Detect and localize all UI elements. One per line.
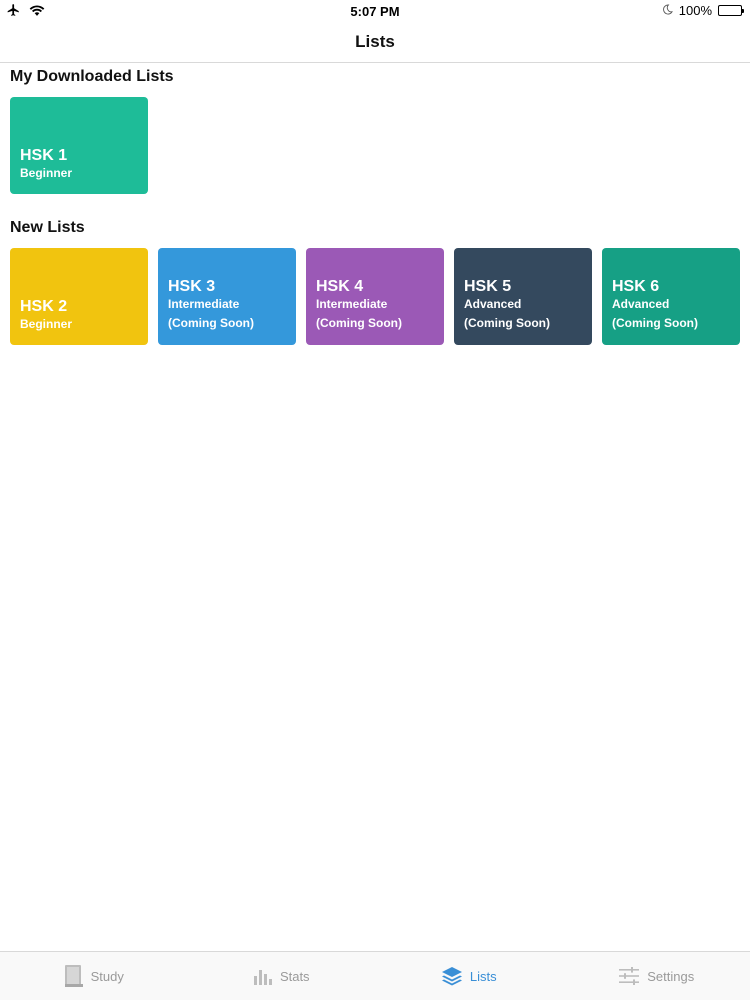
card-title: HSK 4: [316, 278, 364, 295]
card-title: HSK 3: [168, 278, 216, 295]
list-card-hsk1[interactable]: HSK 1 Beginner: [10, 97, 148, 194]
downloaded-section-title: My Downloaded Lists: [10, 68, 174, 85]
book-icon: [64, 964, 84, 988]
tab-lists[interactable]: Lists: [375, 952, 563, 1000]
status-bar: 5:07 PM 100%: [0, 0, 750, 22]
card-level: Intermediate: [168, 297, 240, 311]
list-card-hsk2[interactable]: HSK 2 Beginner: [10, 248, 148, 345]
navigation-bar: Lists: [0, 22, 750, 63]
tab-settings[interactable]: Settings: [563, 952, 750, 1000]
new-lists-section-title: New Lists: [10, 219, 85, 236]
card-level: Advanced: [464, 297, 522, 311]
tab-bar: Study Stats Lists Settings: [0, 951, 750, 1000]
list-card-hsk4[interactable]: HSK 4 Intermediate (Coming Soon): [306, 248, 444, 345]
card-title: HSK 1: [20, 147, 68, 164]
tab-stats[interactable]: Stats: [188, 952, 376, 1000]
tab-study[interactable]: Study: [0, 952, 188, 1000]
new-lists-cards: HSK 2 Beginner HSK 3 Intermediate (Comin…: [10, 248, 740, 345]
battery-percent: 100%: [678, 3, 712, 18]
page-title: Lists: [355, 32, 395, 51]
card-title: HSK 6: [612, 278, 660, 295]
tab-label: Settings: [647, 968, 695, 984]
list-card-hsk6[interactable]: HSK 6 Advanced (Coming Soon): [602, 248, 740, 345]
card-level: Beginner: [20, 317, 73, 331]
card-title: HSK 2: [20, 298, 68, 315]
sliders-icon: [618, 967, 640, 985]
card-level: Advanced: [612, 297, 670, 311]
list-card-hsk3[interactable]: HSK 3 Intermediate (Coming Soon): [158, 248, 296, 345]
coming-soon-label: (Coming Soon): [168, 316, 254, 330]
tab-label: Study: [90, 968, 124, 984]
tab-label: Stats: [279, 968, 310, 984]
status-right: 100%: [662, 3, 744, 18]
coming-soon-label: (Coming Soon): [464, 316, 550, 330]
card-level: Intermediate: [316, 297, 388, 311]
downloaded-cards: HSK 1 Beginner: [10, 97, 148, 194]
moon-icon: [662, 3, 673, 18]
coming-soon-label: (Coming Soon): [612, 316, 698, 330]
screen: 5:07 PM 100% Lists My Downloaded Lists H…: [0, 0, 750, 1000]
layers-icon: [441, 966, 463, 986]
coming-soon-label: (Coming Soon): [316, 316, 402, 330]
card-level: Beginner: [20, 166, 73, 180]
card-title: HSK 5: [464, 278, 512, 295]
bar-chart-icon: [253, 966, 273, 986]
battery-icon: [718, 5, 744, 16]
tab-label: Lists: [469, 968, 497, 984]
status-time: 5:07 PM: [350, 4, 400, 19]
list-card-hsk5[interactable]: HSK 5 Advanced (Coming Soon): [454, 248, 592, 345]
